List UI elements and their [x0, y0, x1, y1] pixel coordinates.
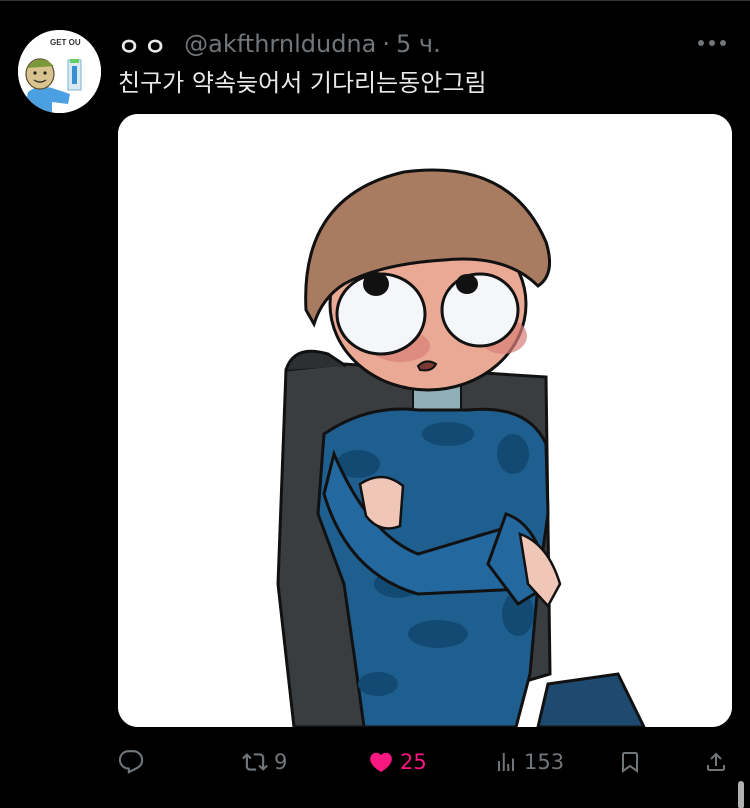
post-header: ㅇㅇ @akfthrnldudna · 5 ч.: [118, 27, 441, 62]
post-time[interactable]: 5 ч.: [396, 30, 441, 58]
views-button[interactable]: 153: [494, 743, 564, 781]
more-dots-icon: [698, 40, 726, 46]
views-count: 153: [524, 750, 565, 774]
separator: ·: [382, 30, 390, 58]
repost-count: 9: [274, 750, 288, 774]
avatar-sign-text: GET OU: [50, 38, 81, 47]
post[interactable]: GET OU ㅇㅇ @akfthrnldudna · 5 ч. 친구가 약속늦어…: [0, 0, 750, 808]
user-handle[interactable]: @akfthrnldudna: [184, 30, 376, 58]
avatar[interactable]: GET OU: [18, 30, 101, 113]
reply-icon: [118, 750, 144, 774]
drawing-illustration: [118, 114, 732, 727]
scrollbar[interactable]: [738, 781, 744, 808]
repost-icon: [242, 753, 268, 771]
heart-icon: [370, 752, 392, 772]
post-text: 친구가 약속늦어서 기다리는동안그림: [118, 69, 487, 97]
post-actions: 9 25 153: [118, 743, 732, 781]
share-icon: [707, 752, 725, 771]
like-button[interactable]: 25: [368, 743, 427, 781]
post-image[interactable]: [118, 114, 732, 727]
views-icon: [498, 753, 514, 771]
display-name[interactable]: ㅇㅇ: [118, 27, 170, 62]
reply-button[interactable]: [118, 743, 150, 781]
share-button[interactable]: [704, 743, 728, 781]
like-count: 25: [400, 750, 427, 774]
more-options-button[interactable]: [694, 31, 730, 55]
repost-button[interactable]: 9: [242, 743, 287, 781]
avatar-image: GET OU: [18, 30, 101, 113]
bookmark-button[interactable]: [618, 743, 642, 781]
bookmark-icon: [622, 752, 638, 773]
